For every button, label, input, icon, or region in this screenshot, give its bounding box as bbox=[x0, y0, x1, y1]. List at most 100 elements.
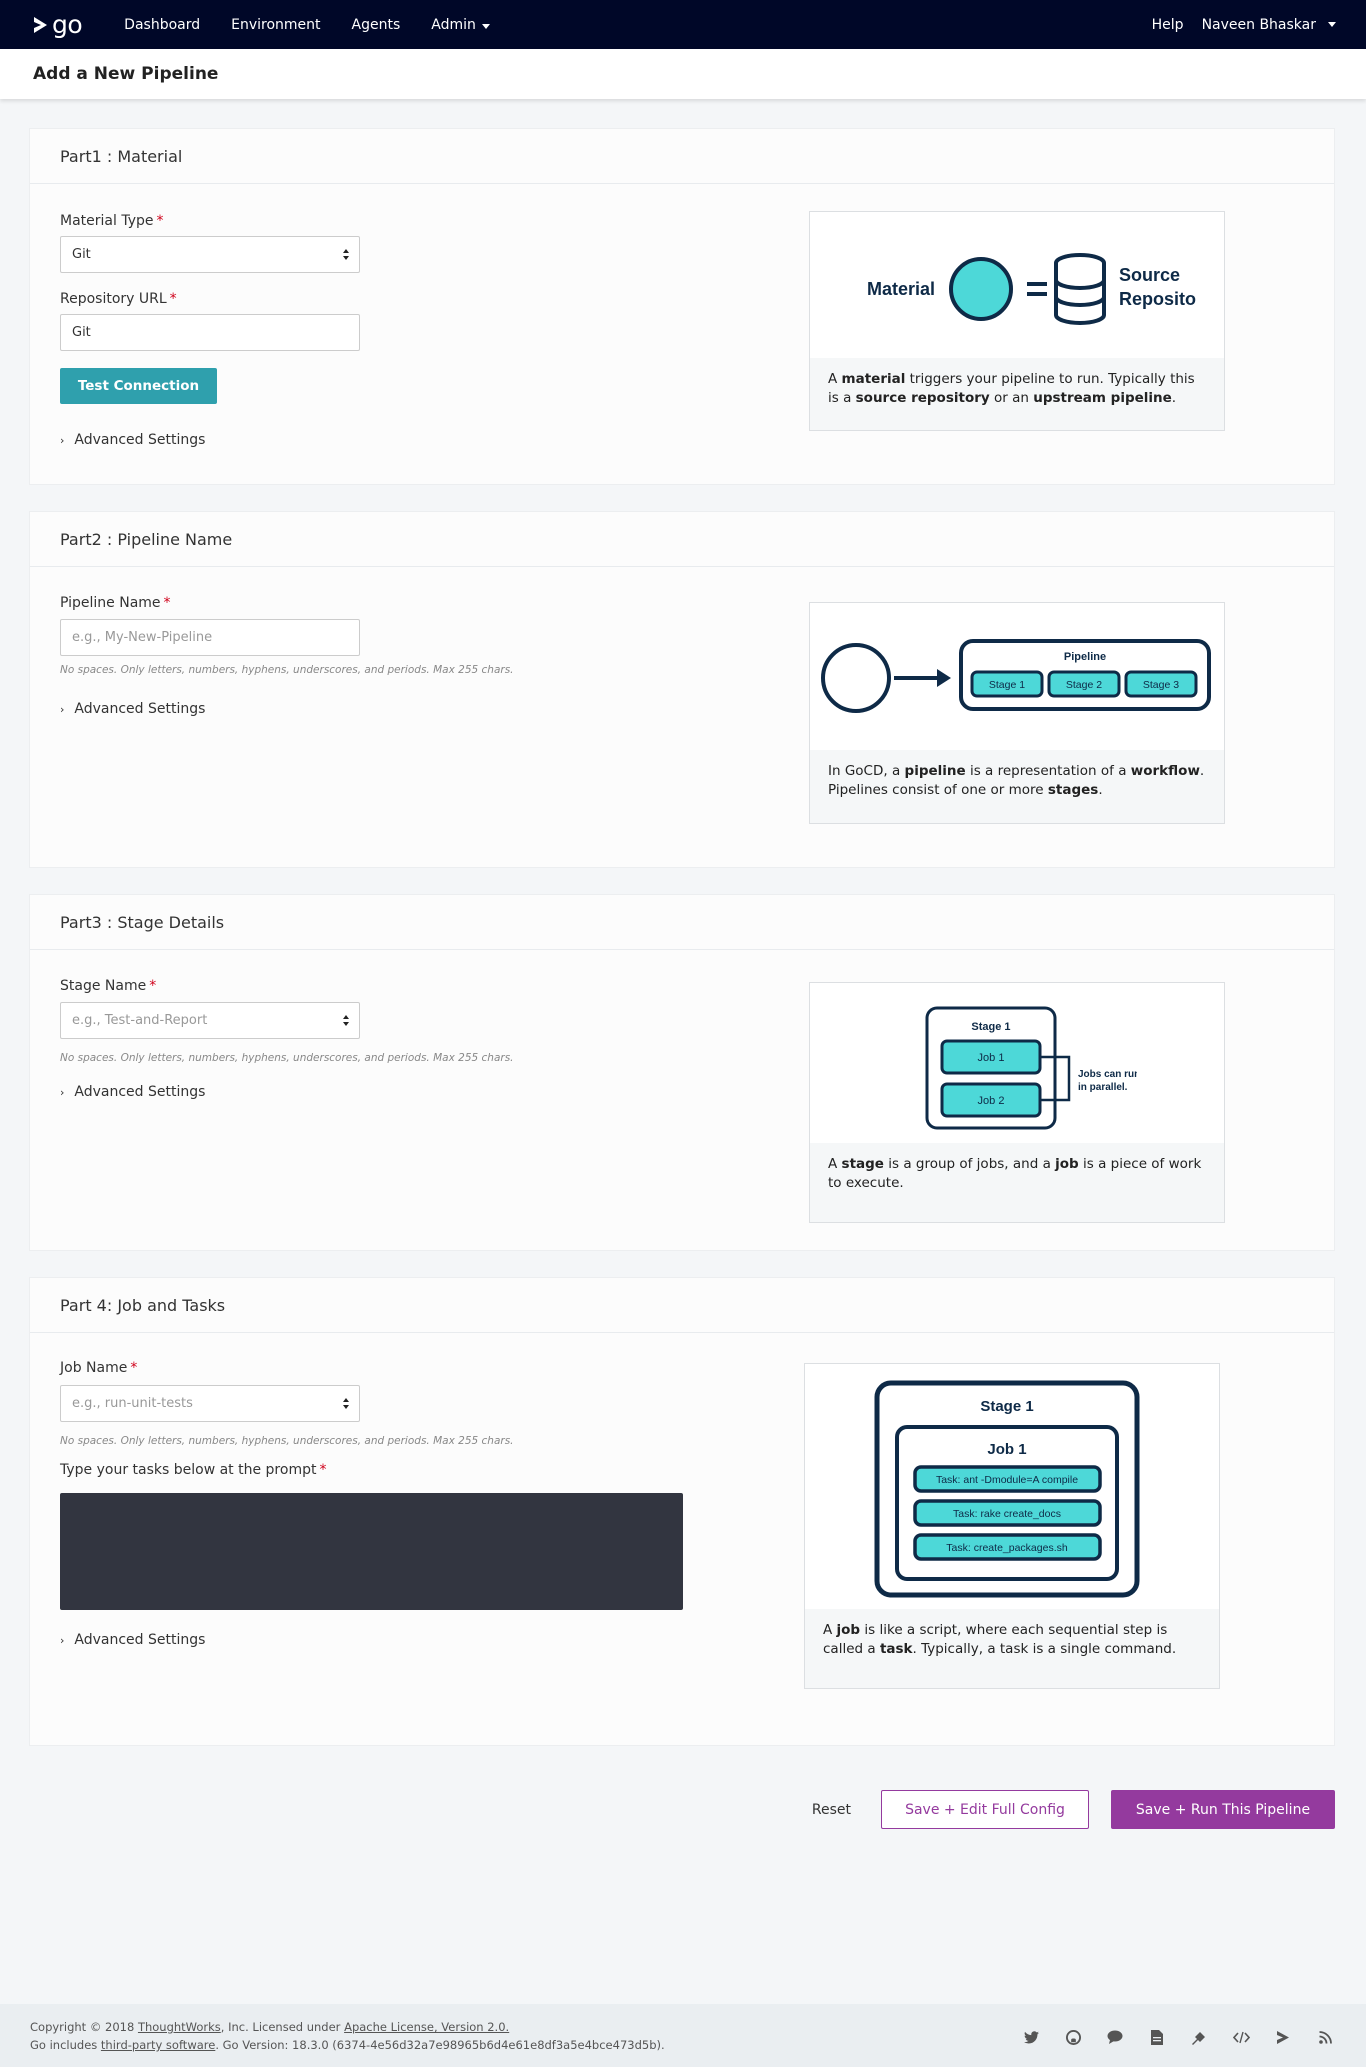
top-nav: go Dashboard Environment Agents Admin He… bbox=[0, 0, 1366, 49]
select-arrows-icon bbox=[343, 1398, 351, 1410]
stage-name-input[interactable]: e.g., Test-and-Report bbox=[60, 1002, 360, 1039]
job-name-label: Job Name * bbox=[60, 1360, 138, 1376]
save-run-pipeline-button[interactable]: Save + Run This Pipeline bbox=[1111, 1790, 1335, 1829]
pipeline-name-section: Part2 : Pipeline Name Pipeline Name * e.g… bbox=[29, 511, 1335, 868]
user-name: Naveen Bhaskar bbox=[1201, 16, 1316, 33]
nav-environment[interactable]: Environment bbox=[231, 17, 320, 33]
material-type-select[interactable]: Git bbox=[60, 236, 360, 273]
pipeline-help-text: In GoCD, a pipeline is a representation … bbox=[828, 763, 1205, 798]
advanced-settings-toggle[interactable]: › Advanced Settings bbox=[60, 701, 205, 717]
reset-button[interactable]: Reset bbox=[804, 1802, 859, 1818]
illustration-note-line-2: in parallel. bbox=[1078, 1082, 1128, 1093]
material-help-text: A material triggers your pipeline to run… bbox=[828, 371, 1195, 406]
stage-name-placeholder: e.g., Test-and-Report bbox=[72, 1013, 208, 1028]
advanced-settings-label: Advanced Settings bbox=[74, 701, 206, 717]
form-actions: Reset Save + Edit Full Config Save + Run… bbox=[804, 1790, 1335, 1829]
material-illustration: Material Source Repository bbox=[810, 212, 1224, 358]
gocd-logo[interactable]: go bbox=[32, 10, 83, 39]
material-help-card: Material Source Repository A material tr… bbox=[809, 211, 1225, 431]
nav-dashboard[interactable]: Dashboard bbox=[124, 17, 200, 33]
illustration-stage-text: Stage 1 bbox=[971, 1021, 1010, 1033]
nav-right: Help Naveen Bhaskar bbox=[1152, 17, 1336, 33]
pipeline-name-input[interactable]: e.g., My-New-Pipeline bbox=[60, 619, 360, 656]
gocd-icon[interactable] bbox=[1272, 2026, 1294, 2048]
third-party-link[interactable]: third-party software bbox=[101, 2038, 215, 2052]
test-connection-button[interactable]: Test Connection bbox=[60, 368, 217, 404]
job-name-input[interactable]: e.g., run-unit-tests bbox=[60, 1385, 360, 1422]
repository-url-value: Git bbox=[72, 325, 91, 340]
illustration-task-3-text: Task: create_packages.sh bbox=[946, 1542, 1068, 1554]
rss-icon[interactable] bbox=[1314, 2026, 1336, 2048]
illustration-note-line-1: Jobs can run bbox=[1078, 1069, 1137, 1080]
illustration-job-text: Job 1 bbox=[987, 1441, 1026, 1458]
tasks-terminal-editor[interactable] bbox=[60, 1493, 683, 1610]
section-title: Part 4: Job and Tasks bbox=[30, 1278, 1334, 1333]
license-link[interactable]: Apache License, Version 2.0. bbox=[344, 2020, 509, 2034]
advanced-settings-label: Advanced Settings bbox=[74, 432, 206, 448]
material-type-value: Git bbox=[72, 247, 91, 262]
pipeline-name-label: Pipeline Name * bbox=[60, 595, 171, 611]
help-link[interactable]: Help bbox=[1152, 17, 1184, 33]
illustration-stage-3-text: Stage 3 bbox=[1143, 679, 1179, 691]
chevron-right-icon: › bbox=[60, 1633, 65, 1647]
document-icon[interactable] bbox=[1146, 2026, 1168, 2048]
illustration-source-text: Source bbox=[1119, 265, 1180, 285]
select-arrows-icon bbox=[343, 1015, 351, 1027]
footer: Copyright © 2018 ThoughtWorks, Inc. Lice… bbox=[0, 2004, 1366, 2067]
twitter-icon[interactable] bbox=[1020, 2026, 1042, 2048]
illustration-stage-2-text: Stage 2 bbox=[1066, 679, 1102, 691]
page-title: Add a New Pipeline bbox=[33, 64, 219, 84]
chat-icon[interactable] bbox=[1104, 2026, 1126, 2048]
material-type-label: Material Type * bbox=[60, 213, 164, 229]
advanced-settings-label: Advanced Settings bbox=[74, 1084, 206, 1100]
illustration-repository-text: Repository bbox=[1119, 289, 1197, 309]
job-name-hint: No spaces. Only letters, numbers, hyphen… bbox=[60, 1435, 514, 1447]
illustration-stage-1-text: Stage 1 bbox=[989, 679, 1025, 691]
illustration-stage-text: Stage 1 bbox=[980, 1398, 1033, 1415]
stage-name-hint: No spaces. Only letters, numbers, hyphen… bbox=[60, 1052, 514, 1064]
stage-name-label: Stage Name * bbox=[60, 978, 157, 994]
repository-url-label: Repository URL * bbox=[60, 291, 177, 307]
save-edit-config-button[interactable]: Save + Edit Full Config bbox=[881, 1790, 1089, 1829]
illustration-pipeline-text: Pipeline bbox=[1064, 651, 1106, 663]
illustration-job-2-text: Job 2 bbox=[978, 1095, 1005, 1107]
nav-agents[interactable]: Agents bbox=[352, 17, 401, 33]
chevron-right-icon: › bbox=[60, 1085, 65, 1099]
advanced-settings-label: Advanced Settings bbox=[74, 1632, 206, 1648]
main-nav: Dashboard Environment Agents Admin bbox=[124, 17, 521, 33]
section-title: Part3 : Stage Details bbox=[30, 895, 1334, 950]
api-code-icon[interactable] bbox=[1230, 2026, 1252, 2048]
repository-url-input[interactable]: Git bbox=[60, 314, 360, 351]
advanced-settings-toggle[interactable]: › Advanced Settings bbox=[60, 432, 205, 448]
select-arrows-icon bbox=[343, 249, 351, 261]
advanced-settings-toggle[interactable]: › Advanced Settings bbox=[60, 1084, 205, 1100]
logo-text: go bbox=[52, 10, 83, 39]
pipeline-name-placeholder: e.g., My-New-Pipeline bbox=[72, 630, 213, 645]
thoughtworks-link[interactable]: ThoughtWorks bbox=[138, 2020, 221, 2034]
page-header: Add a New Pipeline bbox=[0, 49, 1366, 99]
illustration-material-text: Material bbox=[867, 279, 935, 299]
material-section: Part1 : Material Material Type * Git Repo… bbox=[29, 128, 1335, 485]
stage-help-card: Stage 1 Job 1 Job 2 Jobs can run in para… bbox=[809, 982, 1225, 1223]
job-illustration: Stage 1 Job 1 Task: ant -Dmodule=A compi… bbox=[805, 1364, 1219, 1609]
stage-illustration: Stage 1 Job 1 Job 2 Jobs can run in para… bbox=[810, 983, 1224, 1143]
github-icon[interactable] bbox=[1062, 2026, 1084, 2048]
plugin-icon[interactable] bbox=[1188, 2026, 1210, 2048]
pipeline-help-card: Pipeline Stage 1 Stage 2 Stage 3 In GoCD… bbox=[809, 602, 1225, 824]
section-title: Part2 : Pipeline Name bbox=[30, 512, 1334, 567]
pipeline-name-hint: No spaces. Only letters, numbers, hyphen… bbox=[60, 664, 514, 676]
tasks-label: Type your tasks below at the prompt * bbox=[60, 1462, 327, 1478]
stage-details-section: Part3 : Stage Details Stage Name * e.g., … bbox=[29, 894, 1335, 1251]
section-title: Part1 : Material bbox=[30, 129, 1334, 184]
job-help-card: Stage 1 Job 1 Task: ant -Dmodule=A compi… bbox=[804, 1363, 1220, 1689]
chevron-right-icon: › bbox=[60, 433, 65, 447]
footer-social-icons bbox=[1020, 2026, 1336, 2048]
job-help-text: A job is like a script, where each seque… bbox=[823, 1622, 1177, 1657]
user-menu[interactable]: Naveen Bhaskar bbox=[1202, 17, 1336, 33]
illustration-job-1-text: Job 1 bbox=[978, 1052, 1005, 1064]
gocd-logo-icon bbox=[34, 16, 47, 33]
advanced-settings-toggle[interactable]: › Advanced Settings bbox=[60, 1632, 205, 1648]
chevron-down-icon bbox=[1328, 22, 1336, 27]
illustration-task-1-text: Task: ant -Dmodule=A compile bbox=[936, 1474, 1078, 1486]
nav-admin-dropdown[interactable]: Admin bbox=[431, 17, 490, 33]
